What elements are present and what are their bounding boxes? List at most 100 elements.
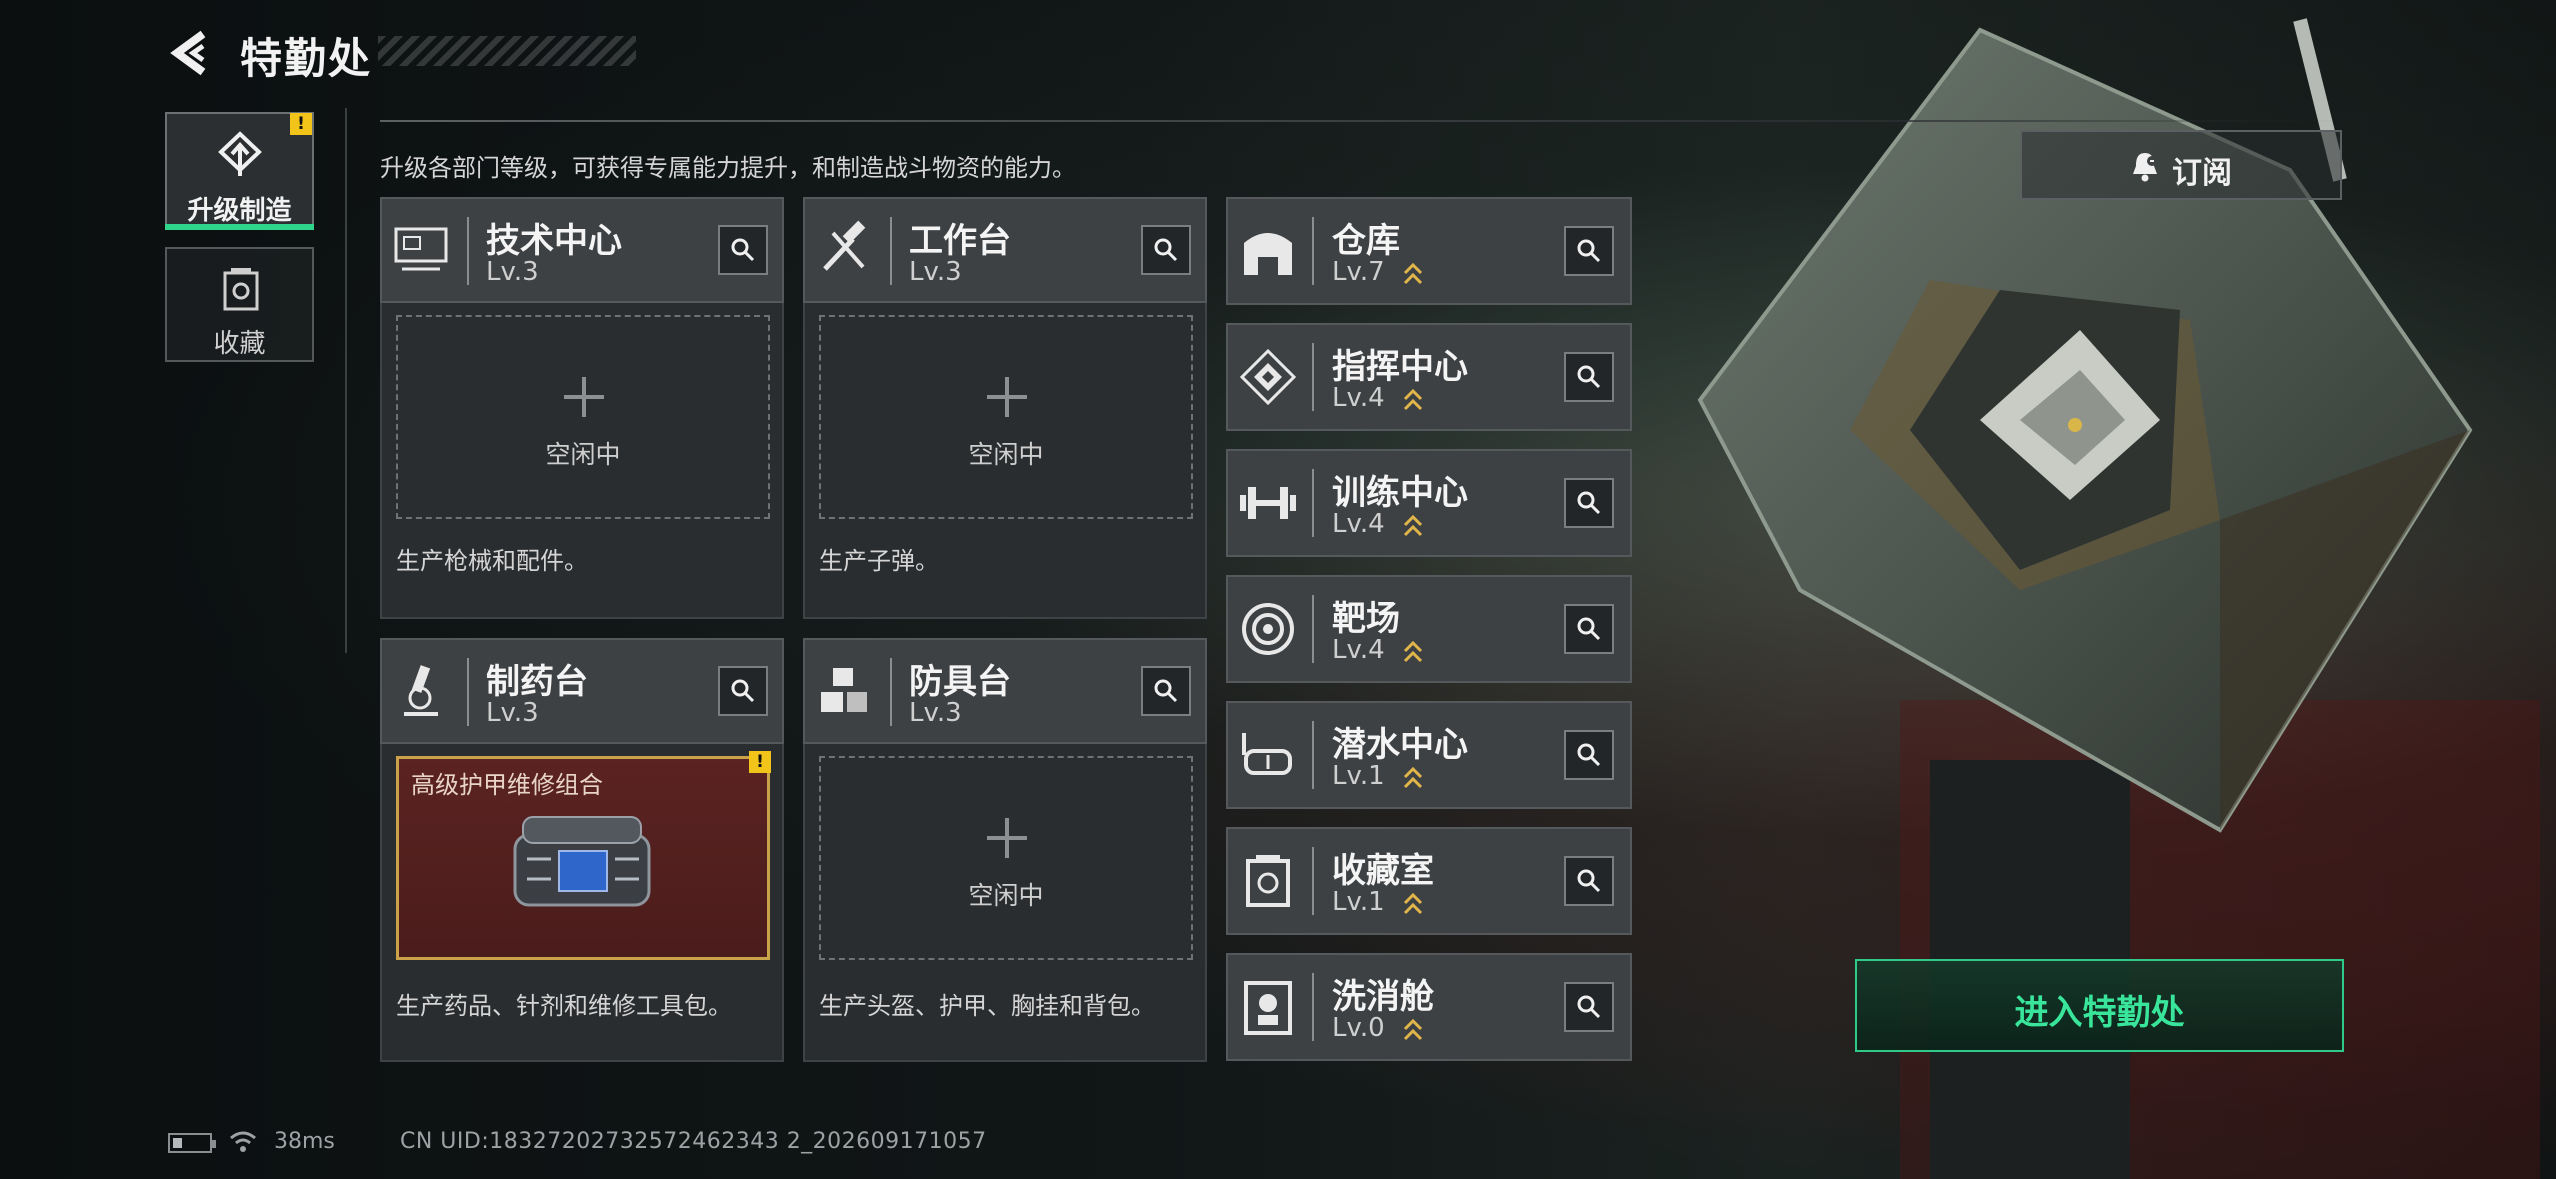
station-body: 空闲中 生产子弹。 (803, 303, 1207, 619)
separator (1312, 217, 1314, 285)
search-button[interactable] (1564, 604, 1614, 654)
search-icon (1154, 238, 1178, 262)
facility-name: 潜水中心 (1332, 725, 1468, 765)
slot-status: 空闲中 (968, 881, 1044, 910)
search-button[interactable] (718, 225, 768, 275)
ping-text: 38ms (274, 1129, 335, 1154)
station-description: 生产子弹。 (819, 547, 939, 575)
upgrade-arrow-icon (1403, 1018, 1423, 1041)
station-description: 生产枪械和配件。 (396, 547, 588, 575)
intro-text: 升级各部门等级，可获得专属能力提升，和制造战斗物资的能力。 (380, 154, 1076, 182)
station-description: 生产药品、针剂和维修工具包。 (396, 992, 732, 1020)
facility-command-center[interactable]: 指挥中心 Lv.4 (1226, 323, 1632, 431)
station-level: Lv.3 (486, 698, 539, 728)
back-arrow-icon[interactable] (165, 28, 215, 78)
plus-icon (987, 377, 1027, 417)
tab-label: 升级制造 (187, 196, 292, 226)
upgrade-arrow-icon (1403, 388, 1423, 411)
facility-training-center[interactable]: 训练中心 Lv.4 (1226, 449, 1632, 557)
facility-diving-center[interactable]: 潜水中心 Lv.1 (1226, 701, 1632, 809)
warehouse-icon (1244, 233, 1292, 275)
facility-name: 训练中心 (1332, 473, 1468, 513)
crafting-slot-item[interactable]: 高级护甲维修组合 ! (396, 751, 771, 960)
search-icon (1577, 743, 1601, 767)
search-icon (1577, 365, 1601, 389)
search-button[interactable] (1564, 226, 1614, 276)
collection-icon (223, 268, 259, 311)
search-icon (1577, 869, 1601, 893)
enter-special-ops-button[interactable]: 进入特勤处 (1855, 959, 2344, 1052)
separator (890, 658, 892, 726)
station-level: Lv.3 (909, 698, 962, 728)
armor-repair-kit-image (513, 816, 651, 907)
battery-icon (168, 1133, 216, 1153)
wifi-icon (230, 1131, 256, 1152)
facility-name: 仓库 (1332, 221, 1400, 261)
station-pharmacy[interactable]: 制药台 Lv.3 (380, 638, 784, 744)
search-button[interactable] (718, 666, 768, 716)
separator (1312, 469, 1314, 537)
search-button[interactable] (1141, 666, 1191, 716)
station-workbench[interactable]: 工作台 Lv.3 (803, 197, 1207, 303)
upgrade-arrow-icon (1403, 262, 1423, 285)
idle-slot[interactable]: 空闲中 (819, 315, 1193, 519)
upgrade-arrow-icon (1403, 640, 1423, 663)
facility-name: 指挥中心 (1332, 347, 1468, 387)
search-icon (731, 238, 755, 262)
facility-name: 洗消舱 (1332, 977, 1434, 1017)
uid-text: CN UID:18327202732572462343 2_2026091710… (400, 1129, 987, 1154)
idle-slot[interactable]: 空闲中 (396, 315, 770, 519)
subscribe-label: 订阅 (2172, 156, 2232, 191)
separator (1312, 343, 1314, 411)
search-icon (1577, 491, 1601, 515)
diving-mask-icon (1242, 733, 1292, 775)
facility-level: Lv.0 (1332, 1013, 1385, 1043)
upgrade-arrow-icon (1403, 766, 1423, 789)
search-button[interactable] (1564, 352, 1614, 402)
facility-decontamination-pod[interactable]: 洗消舱 Lv.0 (1226, 953, 1632, 1061)
search-icon (731, 679, 755, 703)
separator (467, 658, 469, 726)
plus-icon (987, 818, 1027, 858)
upgrade-arrow-icon (1403, 514, 1423, 537)
tab-upgrade-craft[interactable]: ! 升级制造 (165, 112, 314, 230)
search-button[interactable] (1564, 982, 1614, 1032)
title-decoration (378, 36, 636, 66)
station-name: 防具台 (909, 662, 1011, 702)
facility-shooting-range[interactable]: 靶场 Lv.4 (1226, 575, 1632, 683)
active-tab-indicator (165, 224, 314, 230)
slot-status: 空闲中 (968, 440, 1044, 469)
search-button[interactable] (1141, 225, 1191, 275)
slot-status: 空闲中 (545, 440, 621, 469)
separator (1312, 973, 1314, 1041)
tools-icon (823, 220, 866, 271)
separator (1312, 721, 1314, 789)
facility-warehouse[interactable]: 仓库 Lv.7 (1226, 197, 1632, 305)
facility-level: Lv.4 (1332, 509, 1385, 539)
facility-level: Lv.1 (1332, 761, 1385, 791)
computer-icon (394, 227, 448, 271)
facility-collection-room[interactable]: 收藏室 Lv.1 (1226, 827, 1632, 935)
station-body: 空闲中 生产头盔、护甲、胸挂和背包。 (803, 744, 1207, 1062)
command-center-icon (1239, 348, 1297, 406)
divider (345, 108, 347, 653)
subscribe-button[interactable]: 订阅 (2020, 130, 2342, 200)
station-tech-center[interactable]: 技术中心 Lv.3 (380, 197, 784, 303)
facility-level: Lv.4 (1332, 383, 1385, 413)
upgrade-icon (218, 131, 262, 176)
facility-level: Lv.7 (1332, 257, 1385, 287)
search-icon (1577, 995, 1601, 1019)
upgrade-arrow-icon (1403, 892, 1423, 915)
search-button[interactable] (1564, 856, 1614, 906)
search-button[interactable] (1564, 478, 1614, 528)
search-button[interactable] (1564, 730, 1614, 780)
microscope-icon (404, 665, 438, 716)
station-name: 制药台 (486, 662, 588, 702)
dumbbell-icon (1240, 487, 1296, 519)
station-armor-bench[interactable]: 防具台 Lv.3 (803, 638, 1207, 744)
facility-name: 收藏室 (1332, 851, 1434, 891)
tab-label: 收藏 (213, 329, 266, 359)
decontamination-icon (1244, 981, 1292, 1035)
idle-slot[interactable]: 空闲中 (819, 756, 1193, 960)
tab-collection[interactable]: 收藏 (165, 247, 314, 362)
